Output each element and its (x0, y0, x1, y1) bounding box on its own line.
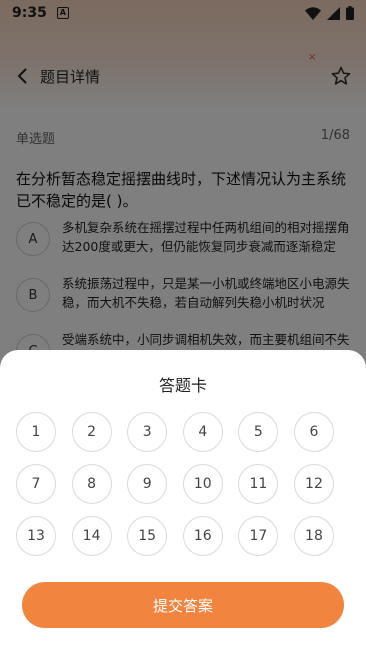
question-number-button[interactable]: 2 (71, 412, 112, 452)
question-number-button[interactable]: 11 (238, 464, 279, 504)
submit-button[interactable]: 提交答案 (22, 582, 344, 628)
question-number-button[interactable]: 10 (182, 464, 223, 504)
question-number-button[interactable]: 18 (293, 516, 334, 556)
question-number-button[interactable]: 12 (293, 464, 334, 504)
question-number-button[interactable]: 14 (71, 516, 112, 556)
question-number-button[interactable]: 8 (71, 464, 112, 504)
answer-sheet: 答题卡 1 2 3 4 5 6 7 8 9 10 11 12 13 14 15 16 17 18 提交答案 (0, 350, 366, 652)
question-number-button[interactable]: 1 (16, 412, 56, 452)
question-number-button[interactable]: 13 (16, 516, 56, 556)
question-number-button[interactable]: 5 (238, 412, 279, 452)
question-number-button[interactable]: 15 (127, 516, 168, 556)
question-number-grid: 1 2 3 4 5 6 7 8 9 10 11 12 13 14 15 16 17 18 (16, 412, 338, 556)
question-number-button[interactable]: 6 (293, 412, 334, 452)
answer-sheet-title: 答题卡 (158, 376, 207, 395)
question-number-button[interactable]: 9 (127, 464, 168, 504)
question-number-button[interactable]: 4 (182, 412, 223, 452)
question-number-button[interactable]: 3 (127, 412, 168, 452)
question-number-button[interactable]: 17 (238, 516, 279, 556)
question-number-button[interactable]: 7 (16, 464, 56, 504)
question-number-button[interactable]: 16 (182, 516, 223, 556)
